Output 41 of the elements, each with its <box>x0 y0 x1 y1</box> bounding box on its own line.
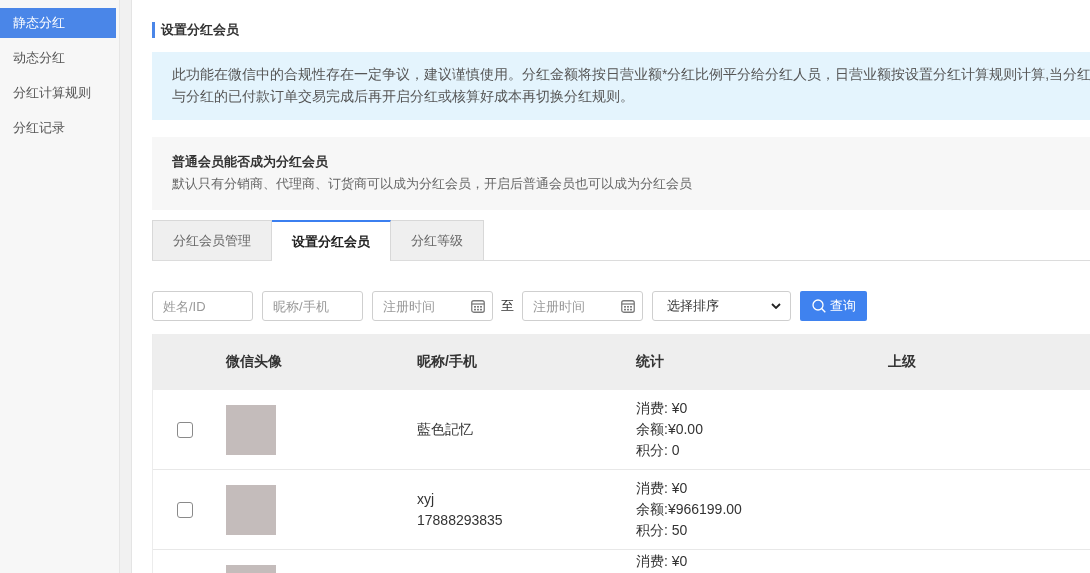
setting-description: 默认只有分销商、代理商、订货商可以成为分红会员，开启后普通会员也可以成为分红会员 <box>172 175 692 193</box>
range-separator-text: 至 <box>501 297 514 315</box>
stat-text: 消费: ¥0 <box>636 553 688 569</box>
tab[interactable]: 分红会员管理 <box>152 220 272 260</box>
sidebar-item[interactable]: 动态分红 <box>0 43 116 73</box>
stat-text: 余额:¥966199.00 <box>636 500 742 519</box>
stat-text: 余额:¥0.00 <box>636 420 703 439</box>
date-field[interactable]: 注册时间 <box>522 291 643 321</box>
checkbox[interactable] <box>177 501 193 518</box>
stat-text: 积分: 0 <box>636 441 680 460</box>
nickname-text: xyj <box>417 489 435 509</box>
calendar-icon <box>621 299 635 313</box>
setting-title: 普通会员能否成为分红会员 <box>172 153 328 171</box>
date-field[interactable]: 注册时间 <box>372 291 493 321</box>
photo-placeholder <box>226 484 276 535</box>
sidebar-item[interactable]: 静态分红 <box>0 8 116 38</box>
sidebar-item[interactable]: 分红记录 <box>0 113 116 143</box>
checkbox[interactable] <box>177 421 193 438</box>
photo-placeholder <box>226 404 276 455</box>
column-header: 上级 <box>888 353 917 371</box>
nickname-text: 藍色記忆 <box>417 420 473 439</box>
sidebar-item[interactable]: 分红计算规则 <box>0 78 116 108</box>
notice-text: 此功能在微信中的合规性存在一定争议，建议谨慎使用。分红金额将按日营业额*分红比例平分给分红人员，日营业额按设置分红计算规则计算,当分红 <box>172 66 1090 84</box>
chevron-down-icon <box>771 303 781 309</box>
input-field[interactable]: 昵称/手机 <box>262 291 363 321</box>
search-icon <box>811 299 826 313</box>
stat-text: 积分: 50 <box>636 521 688 540</box>
column-header: 微信头像 <box>226 353 283 371</box>
input-field[interactable]: 姓名/ID <box>152 291 253 321</box>
tab[interactable]: 分红等级 <box>391 220 484 260</box>
stat-text: 消费: ¥0 <box>636 479 688 498</box>
column-header: 昵称/手机 <box>417 353 478 371</box>
stat-text: 消费: ¥0 <box>636 399 688 418</box>
calendar-icon <box>471 299 485 313</box>
notice-text: 与分红的已付款订单交易完成后再开启分红或核算好成本再切换分红规则。 <box>172 88 634 106</box>
tab[interactable]: 设置分红会员 <box>272 220 391 261</box>
search-button[interactable]: 查询 <box>800 291 867 321</box>
column-header: 统计 <box>636 353 665 371</box>
sort-dropdown[interactable]: 选择排序 <box>652 291 791 321</box>
phone-text: 17888293835 <box>417 510 503 530</box>
page-title: 设置分红会员 <box>152 22 239 38</box>
